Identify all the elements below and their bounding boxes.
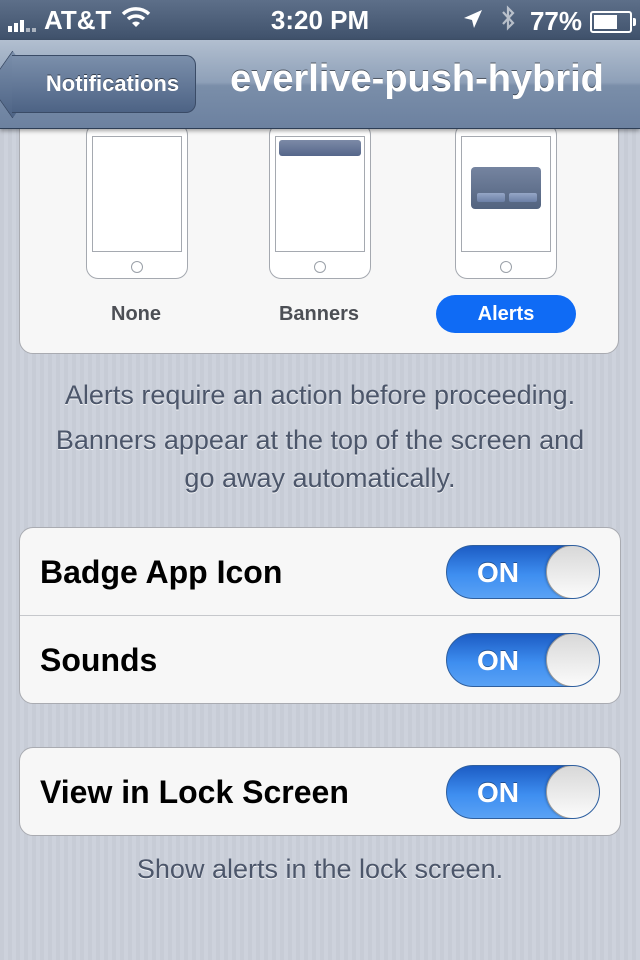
- status-right: 77%: [462, 5, 636, 38]
- toggle-state: ON: [477, 557, 519, 588]
- status-bar: AT&T 3:20 PM 77%: [0, 0, 640, 40]
- navigation-bar: Notifications everlive-push-hybrid: [0, 40, 640, 129]
- view-in-lock-screen-row: View in Lock Screen ON: [20, 748, 620, 835]
- back-button[interactable]: Notifications: [12, 55, 196, 113]
- style-option-banners[interactable]: Banners: [249, 295, 389, 333]
- toggle-knob[interactable]: [546, 766, 599, 818]
- alert-style-picker: None Banners Alerts: [19, 100, 619, 354]
- alerts-description: Alerts require an action before proceedi…: [64, 380, 576, 410]
- view-in-lock-screen-label: View in Lock Screen: [40, 774, 349, 810]
- badge-app-icon-label: Badge App Icon: [40, 554, 283, 590]
- location-icon: [462, 6, 484, 37]
- banner-preview: [279, 140, 361, 156]
- battery-fill: [594, 14, 617, 29]
- phone-screen: [275, 136, 365, 252]
- battery-percent: 77%: [529, 6, 582, 36]
- settings-group-lock-screen: View in Lock Screen ON: [19, 747, 621, 836]
- battery-icon: [590, 10, 636, 33]
- banners-description-line2: go away automatically.: [184, 463, 456, 493]
- toggle-state: ON: [477, 777, 519, 808]
- style-none-illustration[interactable]: [86, 123, 188, 279]
- badge-app-icon-toggle[interactable]: ON: [446, 545, 600, 599]
- settings-group-main: Badge App Icon ON Sounds ON: [19, 527, 621, 704]
- sounds-row: Sounds ON: [20, 616, 620, 703]
- bluetooth-icon: [500, 5, 516, 38]
- style-banners-illustration[interactable]: [269, 123, 371, 279]
- home-button-icon: [500, 261, 512, 273]
- home-button-icon: [314, 261, 326, 273]
- phone-screen: [92, 136, 182, 252]
- toggle-state: ON: [477, 645, 519, 676]
- view-in-lock-screen-toggle[interactable]: ON: [446, 765, 600, 819]
- badge-app-icon-row: Badge App Icon ON: [20, 528, 620, 616]
- style-alerts-illustration[interactable]: [455, 123, 557, 279]
- style-option-none[interactable]: None: [66, 295, 206, 333]
- toggle-knob[interactable]: [546, 546, 599, 598]
- sounds-label: Sounds: [40, 642, 158, 678]
- home-button-icon: [131, 261, 143, 273]
- lock-screen-description: Show alerts in the lock screen.: [136, 854, 504, 884]
- banners-description-line1: Banners appear at the top of the screen …: [55, 425, 585, 455]
- sounds-toggle[interactable]: ON: [446, 633, 600, 687]
- alert-preview: [471, 167, 541, 209]
- phone-screen: [461, 136, 551, 252]
- toggle-knob[interactable]: [546, 634, 599, 686]
- page-title: everlive-push-hybrid: [230, 58, 604, 100]
- style-option-alerts[interactable]: Alerts: [436, 295, 576, 333]
